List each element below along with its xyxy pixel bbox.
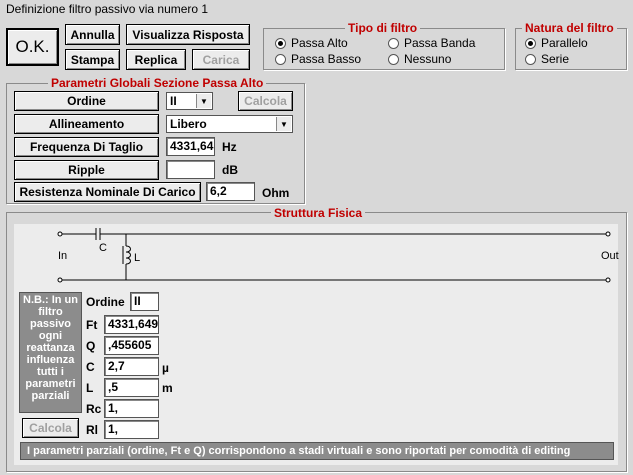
replica-button[interactable]: Replica — [126, 49, 186, 70]
partial-label-l: L — [86, 381, 94, 395]
resistenza-button[interactable]: Resistenza Nominale Di Carico — [14, 182, 201, 202]
frequenza-button[interactable]: Frequenza Di Taglio — [14, 137, 159, 157]
radio-nessuno-indicator — [388, 53, 399, 65]
radio-serie-indicator — [525, 53, 536, 65]
capacitor-label: C — [99, 242, 107, 254]
ordine-button[interactable]: Ordine — [14, 91, 159, 111]
ok-button-label: O.K. — [15, 37, 50, 56]
allineamento-button-label: Allineamento — [48, 117, 125, 131]
calcola-global-button[interactable]: Calcola — [238, 91, 293, 111]
resistenza-input[interactable]: 6,2 — [206, 182, 255, 201]
calcola-global-button-label: Calcola — [244, 94, 287, 108]
out-label: Out — [601, 250, 619, 262]
ordine-select-value: II — [170, 94, 177, 108]
radio-passa-basso-indicator — [275, 53, 286, 65]
replica-button-label: Replica — [134, 52, 178, 67]
stampa-button[interactable]: Stampa — [65, 49, 120, 70]
radio-passa-banda[interactable]: Passa Banda — [388, 36, 475, 50]
radio-parallelo[interactable]: Parallelo — [525, 36, 588, 50]
partial-input-rc[interactable]: 1, — [104, 399, 159, 418]
annulla-button[interactable]: Annulla — [65, 24, 120, 45]
partial-label-ordine: Ordine — [86, 295, 125, 309]
nb-note: N.B.: In un filtro passivo ogni reattanz… — [19, 292, 82, 413]
radio-nessuno-label: Nessuno — [404, 52, 452, 66]
stampa-button-label: Stampa — [70, 52, 115, 67]
annulla-button-label: Annulla — [70, 27, 115, 42]
partial-label-c: C — [86, 360, 95, 374]
tipo-filtro-title: Tipo di filtro — [345, 21, 421, 35]
radio-serie-label: Serie — [541, 52, 570, 66]
partial-label-rc: Rc — [86, 402, 102, 416]
radio-parallelo-indicator — [525, 37, 536, 49]
partial-input-ft[interactable]: 4331,649 — [104, 315, 159, 334]
partial-label-ft: Ft — [86, 318, 98, 332]
parametri-globali-title: Parametri Globali Sezione Passa Alto — [48, 76, 267, 90]
allineamento-select[interactable]: Libero ▼ — [166, 115, 293, 133]
calcola-partial-button-label: Calcola — [29, 421, 72, 435]
partial-label-rl: Rl — [86, 423, 98, 437]
partial-label-q: Q — [86, 339, 96, 353]
allineamento-select-value: Libero — [170, 117, 207, 131]
radio-nessuno[interactable]: Nessuno — [388, 52, 451, 66]
partial-input-l[interactable]: ,5 — [104, 378, 159, 397]
visualizza-risposta-button-label: Visualizza Risposta — [132, 27, 244, 42]
ok-button[interactable]: O.K. — [6, 28, 59, 66]
carica-button[interactable]: Carica — [192, 49, 250, 70]
ripple-input[interactable] — [166, 160, 215, 179]
inductor-label: L — [134, 252, 141, 264]
frequenza-button-label: Frequenza Di Taglio — [29, 140, 144, 154]
footer-note: I parametri parziali (ordine, Ft e Q) co… — [20, 442, 614, 460]
resistenza-unit: Ohm — [262, 186, 290, 200]
chevron-down-icon[interactable]: ▼ — [276, 117, 291, 131]
ripple-button[interactable]: Ripple — [14, 160, 159, 180]
partial-input-rl[interactable]: 1, — [104, 420, 159, 439]
frequenza-input[interactable]: 4331,64 — [166, 137, 215, 156]
ripple-unit: dB — [222, 163, 238, 177]
ordine-select[interactable]: II ▼ — [166, 92, 213, 110]
radio-parallelo-label: Parallelo — [541, 36, 588, 50]
calcola-partial-button[interactable]: Calcola — [22, 418, 79, 438]
in-label: In — [58, 250, 68, 262]
frequenza-unit: Hz — [222, 140, 237, 154]
radio-passa-basso[interactable]: Passa Basso — [275, 52, 361, 66]
radio-serie[interactable]: Serie — [525, 52, 569, 66]
resistenza-button-label: Resistenza Nominale Di Carico — [19, 185, 196, 199]
carica-button-label: Carica — [202, 52, 240, 67]
radio-passa-banda-label: Passa Banda — [404, 36, 476, 50]
allineamento-button[interactable]: Allineamento — [14, 114, 159, 134]
radio-passa-banda-indicator — [388, 37, 399, 49]
partial-input-c[interactable]: 2,7 — [104, 357, 159, 376]
ripple-button-label: Ripple — [68, 163, 105, 177]
natura-filtro-title: Natura del filtro — [522, 21, 617, 35]
partial-input-ordine[interactable]: II — [130, 292, 159, 311]
radio-passa-basso-label: Passa Basso — [291, 52, 362, 66]
chevron-down-icon[interactable]: ▼ — [196, 94, 211, 108]
partial-unit-c: µ — [162, 361, 169, 375]
ordine-button-label: Ordine — [67, 94, 106, 108]
partial-unit-l: m — [162, 381, 173, 395]
struttura-fisica-title: Struttura Fisica — [271, 206, 366, 220]
partial-input-q[interactable]: ,455605 — [104, 336, 159, 355]
radio-passa-alto[interactable]: Passa Alto — [275, 36, 348, 50]
radio-passa-alto-label: Passa Alto — [291, 36, 348, 50]
radio-passa-alto-indicator — [275, 37, 286, 49]
visualizza-risposta-button[interactable]: Visualizza Risposta — [126, 24, 250, 45]
window-title: Definizione filtro passivo via numero 1 — [0, 0, 633, 20]
